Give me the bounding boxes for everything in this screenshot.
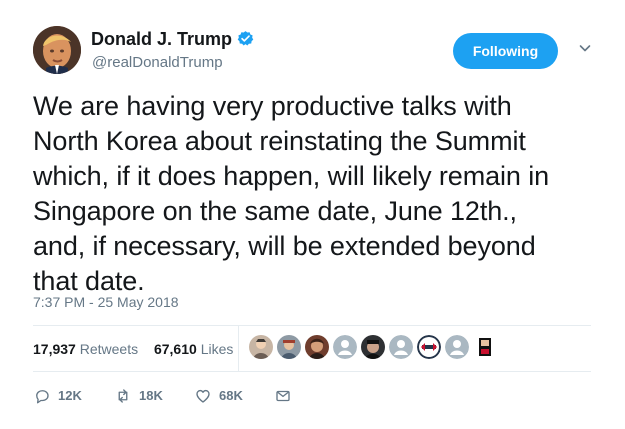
retweets-stat[interactable]: 17,937 Retweets bbox=[33, 340, 138, 358]
retweets-label: Retweets bbox=[79, 341, 139, 357]
tweet-timestamp[interactable]: 7:37 PM - 25 May 2018 bbox=[33, 294, 179, 310]
retweet-count: 18K bbox=[139, 388, 163, 403]
liker-avatar-5[interactable] bbox=[360, 334, 386, 360]
reply-count: 12K bbox=[58, 388, 82, 403]
profile-avatar[interactable] bbox=[33, 26, 81, 74]
likes-count: 67,610 bbox=[153, 341, 197, 357]
reply-icon bbox=[36, 390, 49, 404]
username-handle[interactable]: @realDonaldTrump bbox=[92, 54, 223, 72]
liker-avatar-2[interactable] bbox=[276, 334, 302, 360]
top-divider bbox=[33, 325, 591, 326]
following-button[interactable]: Following bbox=[453, 33, 558, 69]
likes-label: Likes bbox=[200, 341, 234, 357]
liker-avatar-6[interactable] bbox=[388, 334, 414, 360]
liker-avatar-8[interactable] bbox=[444, 334, 470, 360]
like-count: 68K bbox=[219, 388, 243, 403]
direct-message-icon bbox=[276, 390, 290, 402]
tweet-actions: 12K 18K 68K bbox=[33, 386, 333, 406]
direct-message-action[interactable] bbox=[274, 386, 299, 406]
retweets-count: 17,937 bbox=[33, 341, 76, 357]
tweet-text: We are having very productive talks with… bbox=[33, 91, 550, 296]
verified-badge-icon bbox=[237, 31, 254, 46]
reply-action[interactable]: 12K bbox=[33, 386, 82, 406]
display-name[interactable]: Donald J. Trump bbox=[91, 28, 232, 50]
chevron-down-icon[interactable] bbox=[578, 41, 592, 55]
bottom-divider bbox=[33, 371, 591, 372]
retweet-icon bbox=[118, 389, 128, 403]
likes-stat[interactable]: 67,610 Likes bbox=[154, 340, 233, 358]
liker-avatar-7[interactable] bbox=[416, 334, 442, 360]
liker-avatar-3[interactable] bbox=[304, 334, 330, 360]
tweet-card: Donald J. Trump @realDonaldTrump Followi… bbox=[0, 0, 625, 429]
retweet-action[interactable]: 18K bbox=[114, 386, 163, 406]
like-action[interactable]: 68K bbox=[194, 386, 243, 406]
liker-avatars bbox=[248, 334, 508, 362]
liker-avatar-4[interactable] bbox=[332, 334, 358, 360]
engagement-stats: 17,937 Retweets 67,610 Likes bbox=[33, 340, 245, 358]
liker-avatar-9[interactable] bbox=[472, 334, 498, 360]
liker-avatar-1[interactable] bbox=[248, 334, 274, 360]
stats-separator bbox=[238, 325, 239, 371]
profile-avatar-image bbox=[33, 26, 81, 74]
heart-icon bbox=[196, 389, 210, 403]
